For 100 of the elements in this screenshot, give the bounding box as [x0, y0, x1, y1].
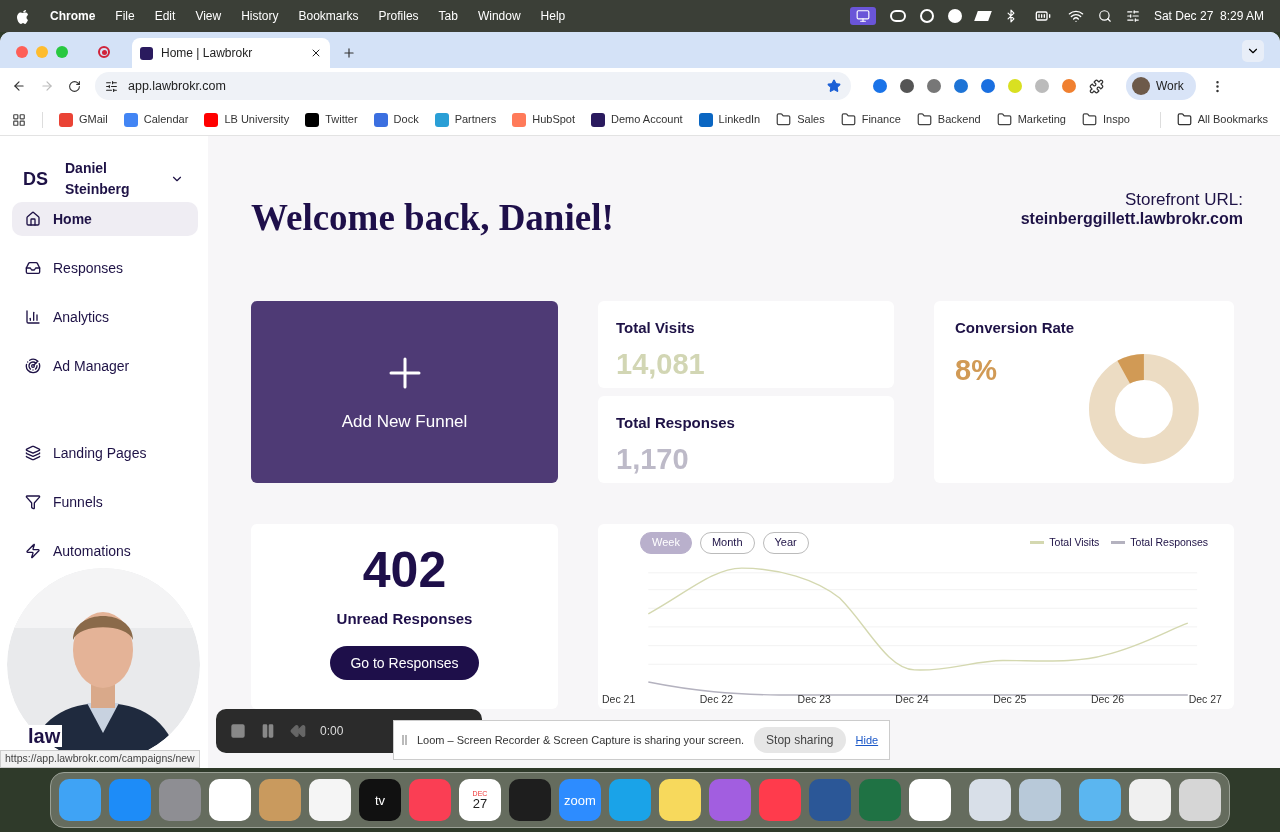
user-name: Daniel Steinberg — [65, 159, 131, 199]
app-menu[interactable]: Chrome — [50, 7, 96, 25]
menu-item[interactable]: View — [195, 7, 222, 25]
nav-item[interactable]: Automations — [12, 534, 198, 568]
menu-item[interactable]: Edit — [154, 7, 176, 25]
folder-icon — [916, 112, 932, 127]
extensions-icon[interactable] — [1089, 78, 1104, 94]
nav-item[interactable]: Landing Pages — [12, 436, 198, 470]
axis-label: Dec 25 — [993, 691, 1027, 707]
apps-icon[interactable] — [12, 112, 26, 127]
all-bookmarks-link[interactable]: All Bookmarks — [1176, 111, 1268, 128]
app-icon[interactable] — [309, 779, 351, 821]
extension-icon[interactable] — [927, 79, 941, 93]
drag-handle-icon[interactable] — [402, 735, 407, 745]
stat-label: Total Responses — [616, 412, 736, 433]
bookmark-link[interactable]: GMail — [59, 111, 108, 128]
app-icon[interactable] — [509, 779, 551, 821]
unread-count: 402 — [362, 541, 447, 598]
app-icon[interactable] — [1019, 779, 1061, 821]
bookmark-link[interactable]: HubSpot — [512, 111, 576, 128]
extension-icon[interactable] — [900, 79, 914, 93]
pages-icon — [25, 445, 41, 461]
new-tab-icon[interactable] — [342, 46, 356, 60]
menu-item[interactable]: History — [241, 7, 279, 25]
extension-icon[interactable] — [981, 79, 995, 93]
reload-icon[interactable] — [68, 79, 81, 93]
legend-label: Total Visits — [1049, 534, 1100, 550]
folder-icon — [1081, 112, 1097, 127]
nav-item[interactable]: Responses — [12, 251, 198, 285]
stop-icon[interactable] — [230, 723, 246, 739]
app-icon[interactable] — [969, 779, 1011, 821]
conversion-label: Conversion Rate — [955, 317, 1075, 338]
funnel-icon — [25, 494, 41, 510]
site-settings-icon[interactable] — [105, 79, 118, 93]
close-window-icon[interactable] — [16, 46, 28, 58]
app-icon[interactable] — [909, 779, 951, 821]
clock[interactable]: Sat Dec 27 8:29 AM — [1153, 7, 1264, 25]
tab-list-button[interactable] — [1242, 40, 1264, 62]
axis-label: Dec 22 — [699, 691, 734, 707]
nav-item[interactable]: Home — [12, 202, 198, 236]
axis-label: Dec 24 — [895, 691, 929, 707]
legend-label: Total Responses — [1130, 534, 1208, 550]
storefront-url[interactable]: steinberggillett.lawbrokr.com — [1020, 209, 1243, 228]
site-icon — [140, 46, 153, 60]
app-icon[interactable] — [209, 779, 251, 821]
bookmark-link[interactable]: Backend — [916, 111, 981, 128]
axis-label: Dec 23 — [797, 691, 831, 707]
welcome-heading: Welcome back, Daniel! — [251, 196, 614, 240]
bookmark-link[interactable]: Twitter — [305, 111, 358, 128]
pause-icon[interactable] — [260, 723, 276, 739]
nav-item[interactable]: Funnels — [12, 485, 198, 519]
bookmark-link[interactable]: Finance — [840, 111, 901, 128]
go-to-responses-button[interactable]: Go to Responses — [330, 646, 479, 680]
bookmark-link[interactable]: Inspo — [1081, 111, 1130, 128]
browser-tab[interactable]: Home | Lawbrokr — [132, 38, 330, 68]
app-icon[interactable] — [1129, 779, 1171, 821]
home-icon — [25, 211, 41, 227]
nav-item[interactable]: Ad Manager — [12, 349, 198, 383]
storefront-label: Storefront URL: — [1123, 190, 1243, 209]
bookmark-link[interactable]: Calendar — [123, 111, 189, 128]
bookmark-link[interactable]: Marketing — [996, 111, 1066, 128]
menu-item[interactable]: Bookmarks — [298, 7, 359, 25]
extension-icon[interactable] — [954, 79, 968, 93]
bookmark-link[interactable]: Demo Account — [591, 111, 683, 128]
star-icon[interactable] — [827, 79, 841, 93]
close-icon[interactable] — [310, 47, 322, 59]
bookmark-link[interactable]: Sales — [776, 111, 825, 128]
add-funnel-card[interactable]: Add New Funnel — [251, 300, 558, 483]
back-icon[interactable] — [12, 79, 26, 93]
screen-share-icon[interactable] — [849, 7, 876, 25]
folder-icon — [840, 112, 856, 127]
address-bar[interactable]: app.lawbrokr.com — [95, 72, 851, 100]
bookmark-link[interactable]: Dock — [373, 111, 419, 128]
extension-icon[interactable] — [873, 79, 887, 93]
unread-label: Unread Responses — [336, 608, 473, 629]
app-icon[interactable] — [1079, 779, 1121, 821]
bookmark-link[interactable]: Partners — [434, 111, 497, 128]
control-center-icon[interactable] — [1125, 9, 1140, 23]
wifi-icon[interactable] — [1067, 8, 1084, 24]
hide-link[interactable]: Hide — [855, 731, 879, 749]
app-icon[interactable] — [1179, 779, 1221, 821]
profile-button[interactable]: Work — [1126, 72, 1196, 100]
menu-item[interactable]: Help — [540, 7, 566, 25]
record-icon[interactable] — [98, 46, 110, 58]
bookmark-link[interactable]: LB University — [204, 111, 290, 128]
menu-item[interactable]: File — [115, 7, 135, 25]
menu-item[interactable]: Window — [477, 7, 521, 25]
avatar-icon — [1132, 77, 1150, 95]
bookmark-link[interactable]: LinkedIn — [698, 111, 761, 128]
stop-sharing-button[interactable]: Stop sharing — [754, 727, 846, 753]
menu-item[interactable]: Profiles — [378, 7, 419, 25]
recording-time: 0:00 — [320, 723, 344, 740]
nav-item[interactable]: Analytics — [12, 300, 198, 334]
app-icon[interactable] — [659, 779, 701, 821]
menu-item[interactable]: Tab — [438, 7, 458, 25]
search-icon[interactable] — [1097, 9, 1112, 23]
folder-icon — [996, 112, 1012, 127]
stat-value: 1,170 — [616, 442, 690, 477]
rewind-icon[interactable] — [290, 723, 306, 739]
app-icon[interactable]: tv — [359, 779, 401, 821]
